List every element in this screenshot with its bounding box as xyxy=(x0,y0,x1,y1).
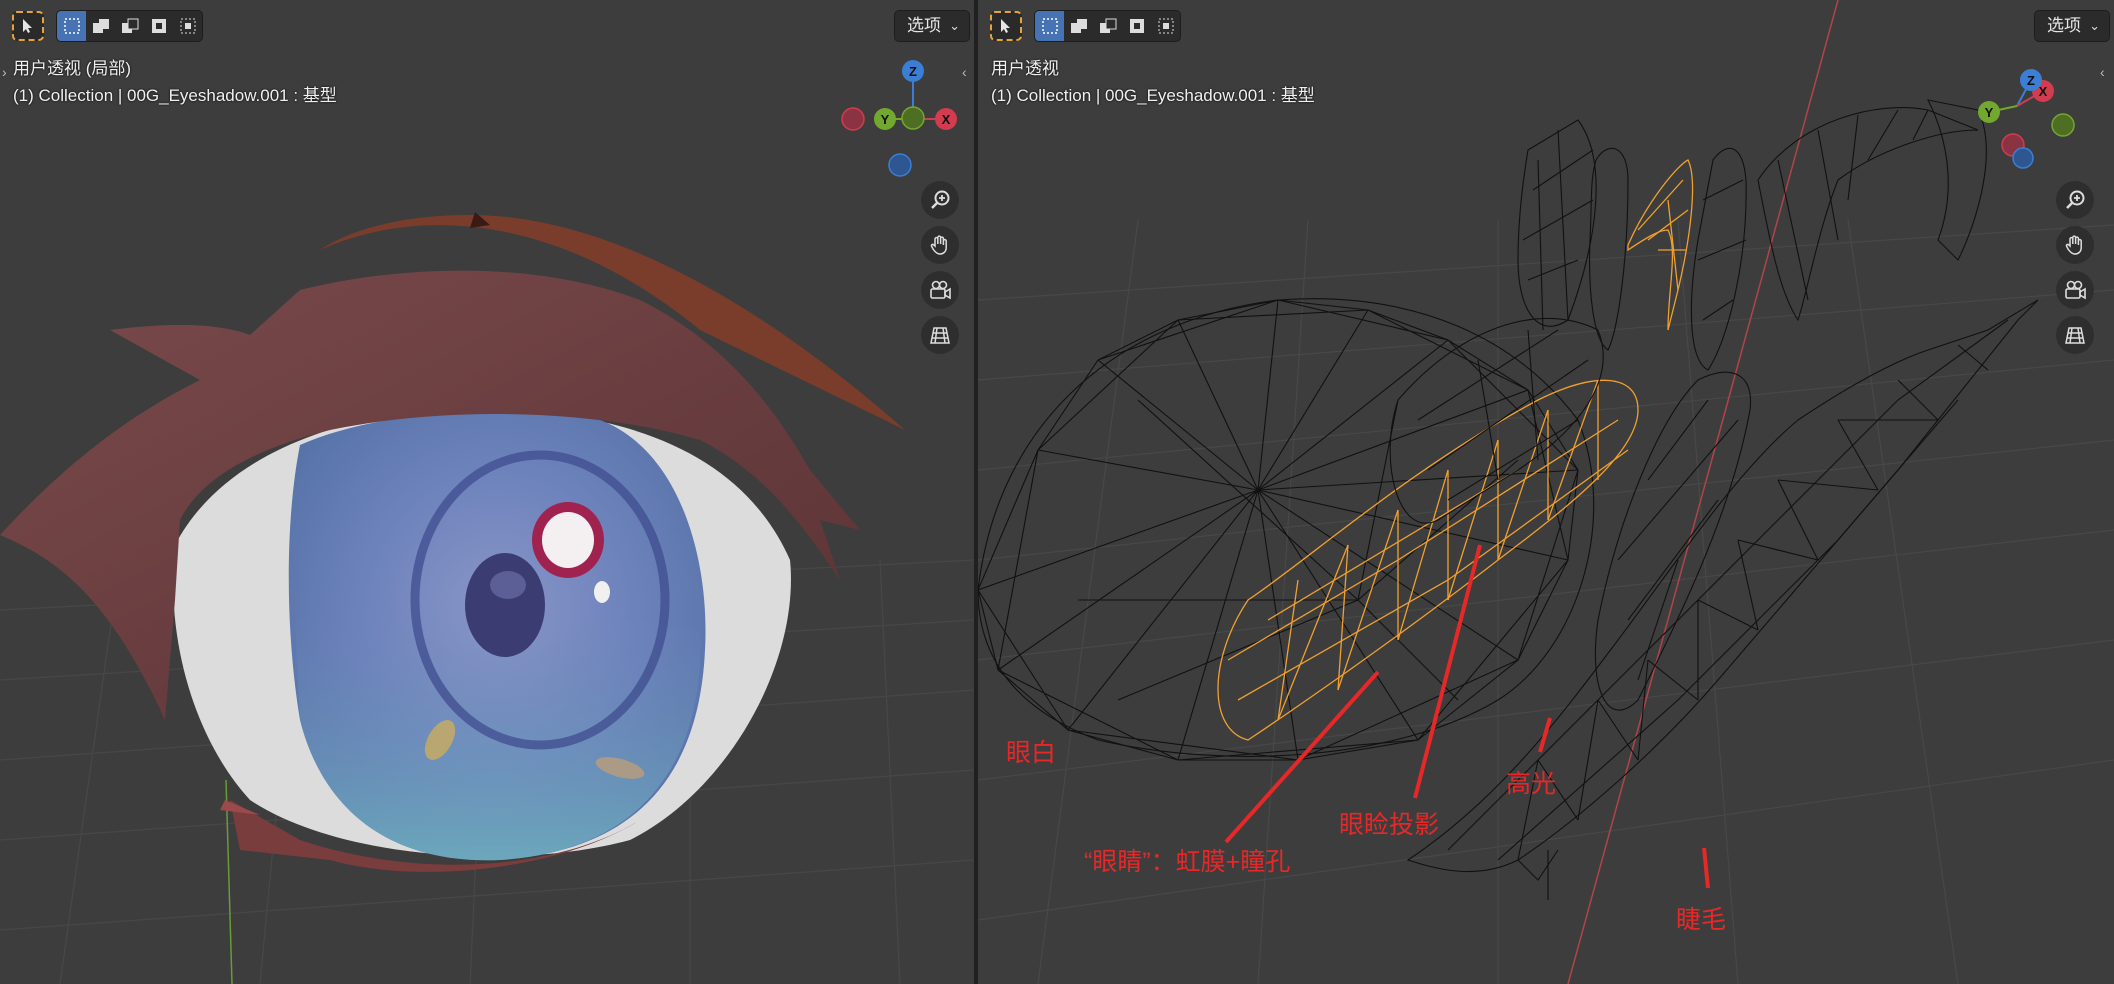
select-invert-icon xyxy=(1129,19,1144,33)
annotation-eyelash: 睫毛 xyxy=(1676,906,1727,934)
options-dropdown[interactable]: 选项 ⌄ xyxy=(894,10,970,42)
select-mode-subtract[interactable] xyxy=(1093,11,1122,41)
viewport-right[interactable]: 选项 ⌄ 用户透视 (1) Collection | 00G_Eyeshadow.… xyxy=(978,0,2114,984)
axis-neg-y[interactable] xyxy=(2051,113,2075,137)
ortho-toggle-button[interactable] xyxy=(2056,316,2094,354)
pan-button[interactable] xyxy=(921,226,959,264)
select-extend-icon xyxy=(92,19,109,33)
zoom-in-icon xyxy=(931,190,950,209)
annotation-eyelid-shadow: 眼睑投影 xyxy=(1339,811,1440,839)
selection-mode-group xyxy=(1034,10,1181,42)
zoom-button[interactable] xyxy=(2056,181,2094,219)
select-tool-button[interactable] xyxy=(990,11,1022,41)
object-info: (1) Collection | 00G_Eyeshadow.001 : 基型 xyxy=(991,86,1315,105)
select-mode-new[interactable] xyxy=(1035,11,1064,41)
navigation-gizmo[interactable]: Z Y X xyxy=(830,55,970,190)
options-label: 选项 xyxy=(2047,16,2081,35)
hand-icon xyxy=(930,235,947,255)
grid-icon xyxy=(930,327,950,344)
select-new-icon xyxy=(63,18,80,34)
eye-render xyxy=(0,212,974,984)
viewport-info: 用户透视 (局部) (1) Collection | 00G_Eyeshadow… xyxy=(13,55,337,109)
ortho-toggle-button[interactable] xyxy=(921,316,959,354)
select-new-icon xyxy=(1041,18,1058,34)
options-dropdown[interactable]: 选项 ⌄ xyxy=(2034,10,2110,42)
annotation-highlight: 高光 xyxy=(1506,770,1557,798)
zoom-button[interactable] xyxy=(921,181,959,219)
iris-mesh xyxy=(1217,379,1639,741)
axis-neg-z[interactable] xyxy=(888,153,912,177)
view-name: 用户透视 (局部) xyxy=(13,59,132,78)
chevron-down-icon: ⌄ xyxy=(949,18,960,33)
select-mode-extend[interactable] xyxy=(86,11,115,41)
selection-mode-group xyxy=(56,10,203,42)
select-mode-intersect[interactable] xyxy=(173,11,202,41)
select-mode-subtract[interactable] xyxy=(115,11,144,41)
annotation-eye-white: 眼白 xyxy=(1006,739,1057,767)
chevron-left-icon[interactable]: ‹ xyxy=(962,64,967,80)
camera-icon xyxy=(930,280,951,300)
navigation-gizmo[interactable]: X Z Y xyxy=(1973,62,2093,174)
tool-header xyxy=(990,10,1181,42)
viewport-left[interactable]: 选项 ⌄ 用户透视 (局部) (1) Collection | 00G_Eyesh… xyxy=(0,0,974,984)
viewport-info: 用户透视 (1) Collection | 00G_Eyeshadow.001 … xyxy=(991,55,1315,109)
axis-z-label: Z xyxy=(2027,73,2035,88)
select-mode-extend[interactable] xyxy=(1064,11,1093,41)
wireframe-render xyxy=(978,0,2114,984)
camera-icon xyxy=(2065,280,2086,300)
zoom-in-icon xyxy=(2066,190,2085,209)
axis-y-label: Y xyxy=(881,112,890,127)
chevron-right-icon[interactable]: › xyxy=(2,64,7,80)
select-subtract-icon xyxy=(1099,18,1116,33)
axis-neg-z[interactable] xyxy=(2012,147,2034,169)
cursor-arrow-icon xyxy=(1001,19,1010,33)
select-tool-button[interactable] xyxy=(12,11,44,41)
view-name: 用户透视 xyxy=(991,59,1059,78)
options-label: 选项 xyxy=(907,16,941,35)
select-extend-icon xyxy=(1070,19,1087,33)
camera-view-button[interactable] xyxy=(2056,271,2094,309)
tool-header xyxy=(12,10,203,42)
select-mode-invert[interactable] xyxy=(1122,11,1151,41)
select-mode-invert[interactable] xyxy=(144,11,173,41)
hand-icon xyxy=(2065,235,2082,255)
chevron-left-icon[interactable]: ‹ xyxy=(2100,64,2105,80)
axis-z-label: Z xyxy=(909,64,917,79)
annotation-eye: “眼睛”：虹膜+瞳孔 xyxy=(1084,848,1291,876)
axis-x-label: X xyxy=(942,112,951,127)
select-mode-new[interactable] xyxy=(57,11,86,41)
select-invert-icon xyxy=(151,19,166,33)
axis-neg-x[interactable] xyxy=(841,107,865,131)
select-mode-intersect[interactable] xyxy=(1151,11,1180,41)
select-intersect-icon xyxy=(1158,18,1173,34)
highlight-mesh xyxy=(1627,159,1694,331)
chevron-down-icon: ⌄ xyxy=(2089,18,2100,33)
pan-button[interactable] xyxy=(2056,226,2094,264)
eye-white-mesh xyxy=(978,298,1595,761)
cursor-arrow-icon xyxy=(23,19,32,33)
object-info: (1) Collection | 00G_Eyeshadow.001 : 基型 xyxy=(13,86,337,105)
highlight-upper-mesh xyxy=(1517,99,1987,371)
axis-neg-y[interactable] xyxy=(901,106,925,130)
select-intersect-icon xyxy=(180,18,195,34)
camera-view-button[interactable] xyxy=(921,271,959,309)
grid-icon xyxy=(2065,327,2085,344)
select-subtract-icon xyxy=(121,18,138,33)
axis-y-label: Y xyxy=(1985,105,1994,120)
